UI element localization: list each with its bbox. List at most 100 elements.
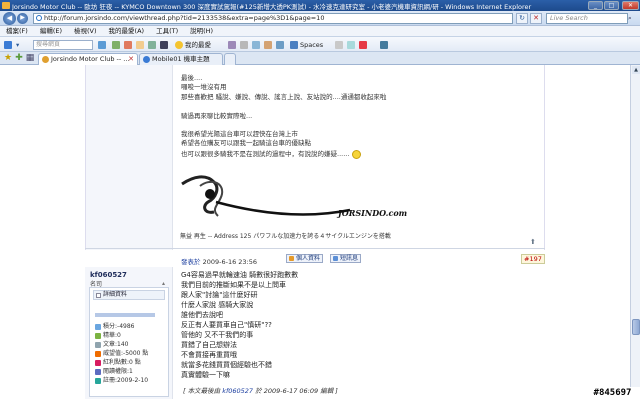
toolbar-icon-4[interactable]: [148, 40, 158, 50]
post-number[interactable]: #197: [521, 254, 545, 264]
toolbar-icon-9[interactable]: [264, 40, 274, 50]
live-search-placeholder: Live Search: [550, 14, 588, 22]
toolbar-icon-8[interactable]: [252, 40, 262, 50]
user-details-title: 詳細資料: [103, 291, 128, 298]
post-b-line: 反正有人要買車自己"慎研"??: [181, 321, 272, 329]
post-a-signature: 無益 再生 -- Address 125 パワフルな加速力を誇る４サイクルエンジ…: [180, 233, 391, 240]
menu-favorites[interactable]: 我的最愛(A): [103, 26, 151, 37]
toolbar: ▾ 搜尋網頁 我的最愛 Spaces: [0, 37, 640, 52]
pm-icon: [333, 256, 338, 261]
stat-label: 精華: [103, 332, 116, 339]
stat-row: 文章:140: [95, 339, 129, 348]
tab-mobile01[interactable]: Mobile01 機車主題: [139, 53, 223, 65]
pm-button[interactable]: 短訊息: [330, 254, 362, 263]
scroll-up-arrow-icon[interactable]: ▲: [632, 66, 640, 74]
favorites-button[interactable]: 我的最愛: [175, 40, 211, 50]
stat-row: 註冊:2009-2-10: [95, 375, 148, 384]
post-b-line: 跟人家"討論"這什麼好研: [181, 291, 258, 299]
toolbar-icon-2[interactable]: [124, 40, 134, 50]
toolbar-icon-14[interactable]: [380, 40, 390, 50]
scroll-thumb[interactable]: [632, 319, 640, 335]
favorites-star-icon: [175, 41, 183, 49]
toolbar-dropdown-icon[interactable]: ▾: [16, 40, 19, 50]
post-b-line: 不會買接再重買哦: [181, 351, 237, 359]
toolbar-icon-6[interactable]: [228, 40, 238, 50]
edit-note-suffix: 於 2009-6-17 06:09 編輯 ]: [255, 387, 338, 395]
points-icon: [95, 323, 101, 330]
toolbar-icon-1[interactable]: [112, 40, 122, 50]
quick-tabs-icon[interactable]: ▦: [25, 53, 35, 63]
back-button[interactable]: ◀: [3, 12, 16, 25]
reputation-icon: [95, 350, 101, 357]
toolbar-icon-13[interactable]: [359, 40, 369, 50]
stat-label: 積分: [103, 323, 116, 330]
post-b-poster-label: 發表於: [181, 258, 201, 266]
permission-icon: [95, 368, 101, 375]
add-favorite-icon[interactable]: ✚: [14, 53, 24, 63]
forward-button[interactable]: ▶: [17, 13, 28, 24]
post-b-line: 什麼人家說 感騎大家說: [181, 301, 254, 309]
stat-value: 0 點: [129, 359, 141, 366]
edit-note-user[interactable]: kf060527: [222, 387, 253, 395]
stat-label: 閱讀權限: [103, 368, 128, 375]
toolbar-icon-7[interactable]: [240, 40, 250, 50]
menu-tools[interactable]: 工具(T): [150, 26, 184, 37]
stat-row: 閱讀權限:1: [95, 366, 133, 375]
toolbar-icon-5[interactable]: [160, 40, 170, 50]
tab-jorsindo[interactable]: Jorsindo Motor Club -- ... ✕: [38, 53, 138, 65]
menu-view[interactable]: 檢視(V): [68, 26, 103, 37]
profile-icon: [289, 256, 294, 261]
back-to-top-icon[interactable]: ⬆: [530, 238, 536, 246]
refresh-button[interactable]: ↻: [516, 13, 528, 24]
user-details-header[interactable]: 詳細資料: [93, 290, 165, 300]
post-b-date-value: 2009-6-16 23:56: [202, 258, 258, 266]
url-text: http://forum.jorsindo.com/viewthread.php…: [44, 14, 325, 22]
tab-mobile01-label: Mobile01 機車主題: [152, 55, 210, 63]
post-b-line: 誰他們去說吧: [181, 311, 223, 319]
user-level-bar: [95, 313, 155, 317]
vertical-scrollbar[interactable]: ▲ ▼: [630, 65, 640, 400]
logo-dot: [205, 189, 215, 199]
menu-edit[interactable]: 編輯(E): [34, 26, 68, 37]
post-a-line-with-smiley: 也可以跟很多騎我不是在測試的過程中，有說說的嫌疑......: [181, 148, 362, 159]
edit-note: [ 本文最後由 kf060527 於 2009-6-17 06:09 編輯 ]: [183, 385, 338, 395]
post-b-date: 發表於 2009-6-16 23:56: [181, 256, 257, 266]
live-search-input[interactable]: Live Search ⌕: [546, 13, 632, 24]
search-go-icon[interactable]: [98, 40, 108, 50]
tab-close-icon[interactable]: ✕: [128, 54, 134, 65]
toolbar-icon-10[interactable]: [276, 40, 286, 50]
stat-row: 積分:-4986: [95, 321, 134, 330]
maximize-button[interactable]: □: [604, 1, 619, 10]
favorites-label: 我的最愛: [185, 41, 211, 49]
details-checkbox[interactable]: [96, 293, 101, 298]
collapse-arrow-icon[interactable]: ▴: [162, 280, 168, 287]
stop-button[interactable]: ✕: [530, 13, 542, 24]
menu-file[interactable]: 檔案(F): [0, 26, 34, 37]
new-tab-button[interactable]: [224, 53, 236, 65]
toolbar-search-input[interactable]: 搜尋網頁: [33, 40, 93, 50]
stat-value: -4986: [117, 323, 135, 330]
windows-live-icon[interactable]: [4, 40, 14, 50]
close-button[interactable]: ✕: [622, 1, 639, 10]
profile-button[interactable]: 個人資料: [286, 254, 324, 263]
pm-label: 短訊息: [340, 255, 359, 262]
toolbar-icon-12[interactable]: [347, 40, 357, 50]
window-title: Jorsindo Motor Club -- 歐坊 狂夜 -- KYMCO Do…: [12, 3, 532, 11]
search-icon[interactable]: ⌕: [628, 14, 637, 23]
favorites-center-icon[interactable]: ★: [3, 53, 13, 63]
toolbar-icon-11[interactable]: [335, 40, 345, 50]
spaces-button[interactable]: Spaces: [290, 40, 323, 50]
minimize-button[interactable]: _: [588, 1, 603, 10]
stat-value: -5000 點: [123, 350, 149, 357]
post-b-line: 真實體驗一下嘛: [181, 371, 230, 379]
post-b-line: G4容易過早就輪速油 騎數很好跑數數: [181, 271, 299, 279]
username[interactable]: kf060527: [90, 271, 127, 279]
address-bar: ◀ ▶ http://forum.jorsindo.com/viewthread…: [0, 11, 640, 26]
url-input[interactable]: http://forum.jorsindo.com/viewthread.php…: [33, 13, 513, 24]
toolbar-icon-3[interactable]: [136, 40, 146, 50]
post-a-line: 那些喜歡把 騷說、嫌說、傳說、謠言上說、友站說的....通通都收起來啦: [181, 93, 387, 101]
stat-value: 1: [129, 368, 133, 375]
menu-help[interactable]: 說明(H): [184, 26, 219, 37]
stat-label: 註冊: [103, 377, 116, 384]
post-a-line: 也可以跟很多騎我不是在測試的過程中，有說說的嫌疑......: [181, 150, 350, 158]
